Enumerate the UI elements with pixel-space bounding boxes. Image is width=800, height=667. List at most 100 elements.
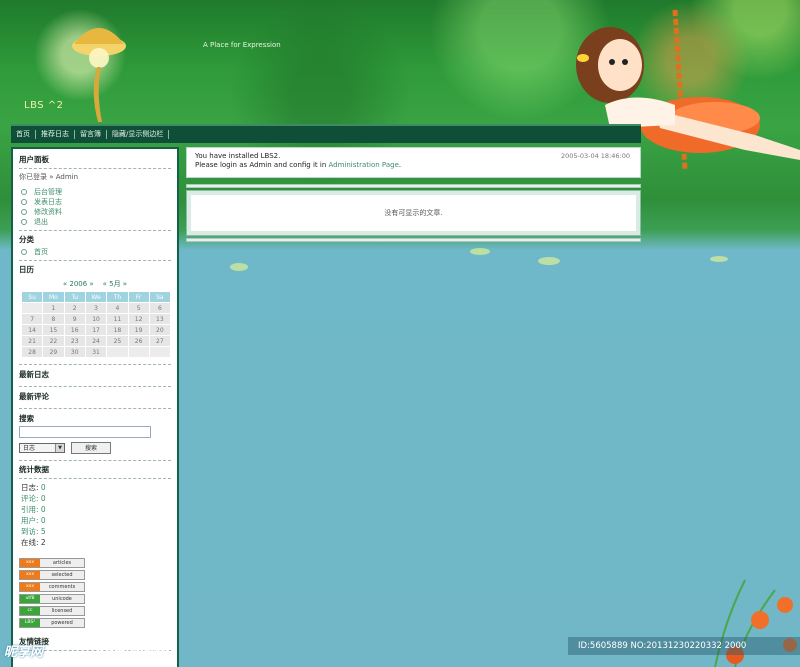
calendar-day[interactable]: 10 — [85, 314, 107, 324]
calendar-day[interactable]: 20 — [149, 325, 170, 335]
powered-badge[interactable]: LBS² powered — [19, 617, 85, 628]
calendar-grid: Su Mo Tu We Th Fr Sa 1 2 3 4 5 6 7 8 9 1… — [21, 291, 171, 358]
search-input[interactable] — [19, 426, 151, 438]
nav-item-home[interactable]: 首页 — [11, 130, 36, 139]
category-list: 首页 — [21, 247, 171, 257]
category-item-home[interactable]: 首页 — [21, 247, 171, 257]
calendar-day[interactable]: 2 — [64, 303, 85, 313]
calendar-month-nav[interactable]: « 5月 » — [103, 280, 127, 288]
calendar-day — [149, 347, 170, 357]
calendar-day — [107, 347, 128, 357]
notice-timestamp: 2005-03-04 18:46:00 — [560, 152, 630, 160]
latest-comments-title: 最新评论 — [19, 392, 49, 401]
weekday-header: Mo — [43, 292, 64, 302]
stat-comments[interactable]: 评论: 0 — [21, 493, 171, 504]
calendar-day[interactable]: 7 — [22, 314, 43, 324]
search-type-value: 日志 — [23, 445, 36, 452]
stat-trackbacks[interactable]: 引用: 0 — [21, 504, 171, 515]
comments-badge[interactable]: xxx comments — [19, 581, 85, 592]
calendar-day[interactable]: 16 — [64, 325, 85, 335]
user-panel-title: 用户面板 — [19, 155, 49, 164]
licensed-badge[interactable]: cc licensed — [19, 605, 85, 616]
bullet-icon — [21, 219, 27, 225]
latest-posts-title: 最新日志 — [19, 370, 49, 379]
calendar-day[interactable]: 26 — [128, 336, 149, 346]
divider — [19, 230, 171, 231]
lily-pad-illustration — [470, 248, 490, 255]
stat-label: 评论: — [21, 493, 41, 503]
logout-link[interactable]: 退出 — [21, 217, 171, 227]
nav-item-toggle-sidebar[interactable]: 隐藏/显示侧边栏 — [107, 130, 170, 139]
admin-link[interactable]: 后台管理 — [21, 187, 171, 197]
site-title[interactable]: LBS ^2 — [24, 100, 64, 111]
calendar-day[interactable]: 31 — [85, 347, 107, 357]
calendar-day[interactable]: 21 — [22, 336, 43, 346]
calendar-day[interactable]: 24 — [85, 336, 107, 346]
stat-visits[interactable]: 到访: 5 — [21, 526, 171, 537]
calendar-day[interactable]: 29 — [43, 347, 64, 357]
admin-link-label: 后台管理 — [34, 188, 62, 196]
calendar-day[interactable]: 11 — [107, 314, 128, 324]
nav-item-guestbook[interactable]: 留言簿 — [75, 130, 107, 139]
calendar-day[interactable]: 12 — [128, 314, 149, 324]
articles-badge[interactable]: xxx articles — [19, 557, 85, 568]
calendar-day[interactable]: 30 — [64, 347, 85, 357]
administration-page-link[interactable]: Administration Page — [328, 161, 398, 169]
stat-posts: 日志: 0 — [21, 482, 171, 493]
calendar-day[interactable]: 6 — [149, 303, 170, 313]
edit-profile-link[interactable]: 修改资料 — [21, 207, 171, 217]
search-button[interactable]: 搜索 — [71, 441, 111, 454]
stat-value: 0 — [40, 493, 46, 503]
chevron-down-icon: ▼ — [55, 443, 64, 452]
new-post-link-label: 发表日志 — [34, 198, 62, 206]
calendar-title: 日历 — [19, 265, 34, 274]
calendar-day[interactable]: 19 — [128, 325, 149, 335]
stat-value: 0 — [40, 515, 46, 525]
stats-title: 统计数据 — [19, 464, 49, 474]
weekday-header: Tu — [64, 292, 85, 302]
nav-item-featured[interactable]: 推荐日志 — [36, 130, 75, 139]
badge-list: xxx articles xxx selected xxx comments utf8… — [19, 557, 171, 628]
stat-label: 用户: — [21, 515, 41, 525]
divider — [19, 386, 171, 387]
calendar-day — [22, 303, 43, 313]
calendar-day[interactable]: 22 — [43, 336, 64, 346]
badge-right: powered — [40, 618, 84, 627]
calendar-day[interactable]: 27 — [149, 336, 170, 346]
calendar-day[interactable]: 5 — [128, 303, 149, 313]
calendar-day[interactable]: 9 — [64, 314, 85, 324]
calendar-day[interactable]: 1 — [43, 303, 64, 313]
calendar-day[interactable]: 4 — [107, 303, 128, 313]
bullet-icon — [21, 189, 27, 195]
calendar-day[interactable]: 28 — [22, 347, 43, 357]
calendar-day[interactable]: 17 — [85, 325, 107, 335]
calendar-day[interactable]: 14 — [22, 325, 43, 335]
calendar-day — [128, 347, 149, 357]
badge-right: articles — [40, 558, 84, 567]
calendar-year-nav[interactable]: « 2006 » — [63, 280, 94, 288]
divider — [19, 459, 171, 461]
calendar-day[interactable]: 18 — [107, 325, 128, 335]
watermark-logo: 昵享网 — [4, 645, 44, 660]
category-item-label: 首页 — [34, 248, 48, 256]
sidebar: 用户面板 你已登录 » Admin 后台管理 发表日志 修改资料 退出 分类 首… — [11, 147, 179, 667]
stat-users[interactable]: 用户: 0 — [21, 515, 171, 526]
badge-left: cc — [20, 606, 40, 615]
category-title: 分类 — [19, 235, 34, 244]
calendar-day[interactable]: 15 — [43, 325, 64, 335]
calendar-day[interactable]: 25 — [107, 336, 128, 346]
notice-line-2: Please login as Admin and config it in A… — [195, 161, 632, 170]
calendar-day[interactable]: 3 — [85, 303, 107, 313]
new-post-link[interactable]: 发表日志 — [21, 197, 171, 207]
stat-label: 日志: — [21, 482, 41, 492]
calendar-day[interactable]: 13 — [149, 314, 170, 324]
selected-badge[interactable]: xxx selected — [19, 569, 85, 580]
weekday-header: Su — [22, 292, 43, 302]
search-title: 搜索 — [19, 414, 34, 423]
search-type-select[interactable]: 日志 ▼ — [19, 442, 65, 453]
calendar-day[interactable]: 23 — [64, 336, 85, 346]
calendar-day[interactable]: 8 — [43, 314, 64, 324]
unicode-badge[interactable]: utf8 unicode — [19, 593, 85, 604]
badge-left: xxx — [20, 582, 40, 591]
divider — [19, 408, 171, 409]
